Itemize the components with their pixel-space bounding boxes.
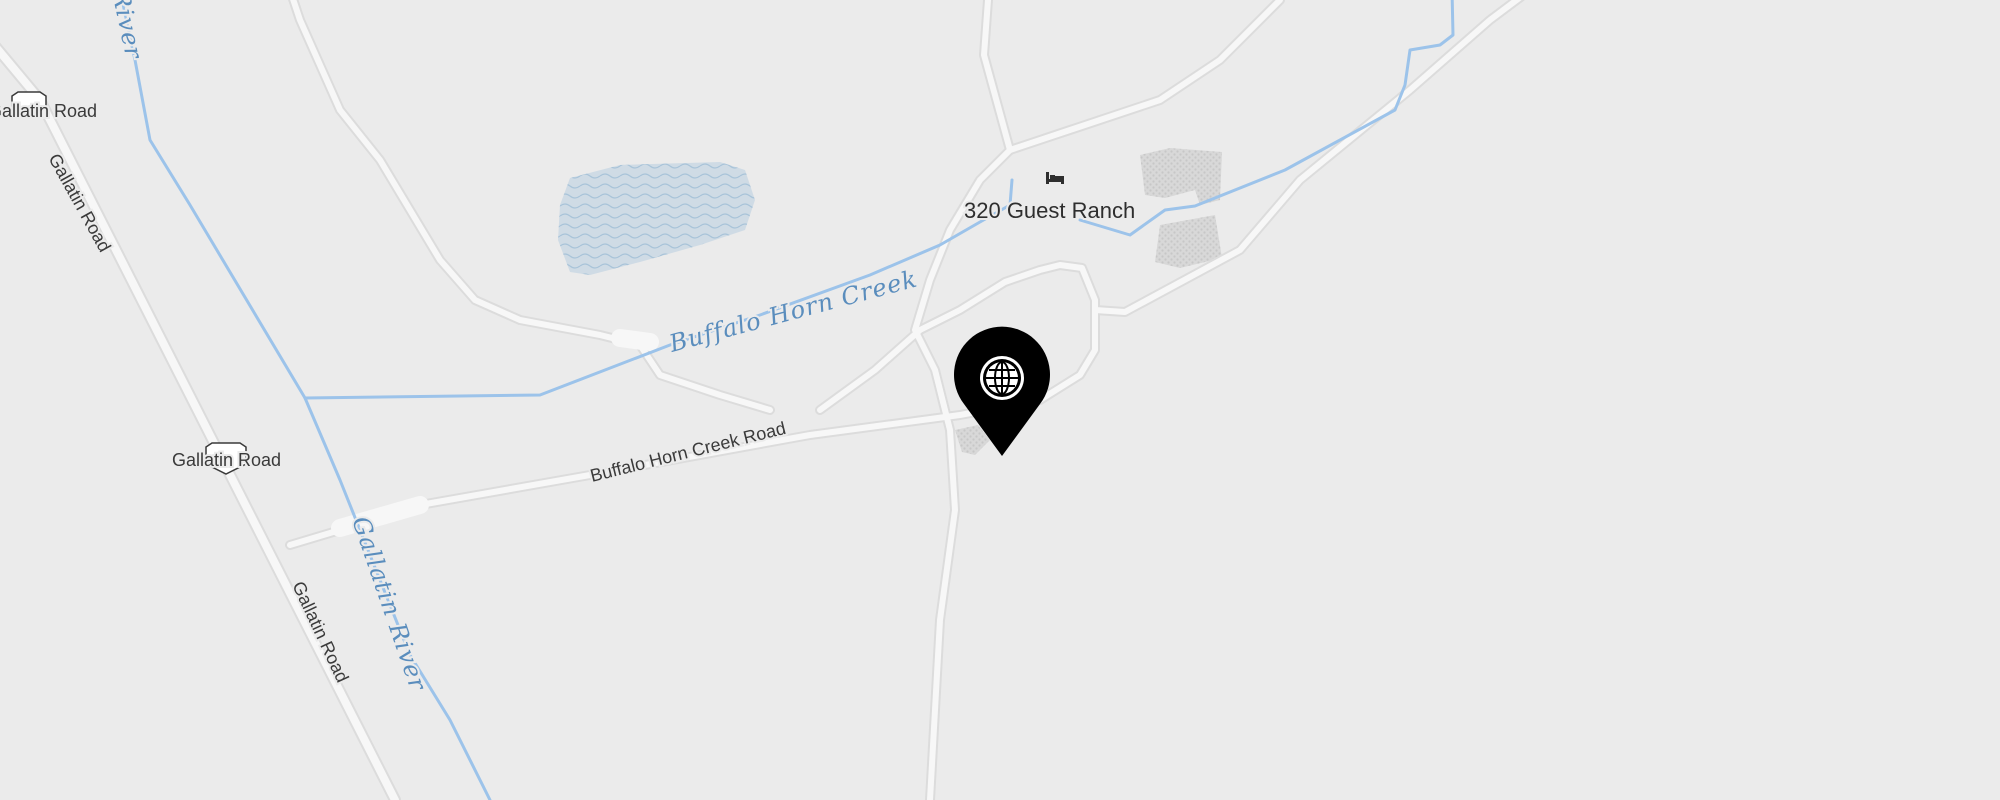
gallatin-road-shield-label-top: Gallatin Road [0,101,97,121]
poi-label: 320 Guest Ranch [964,198,1135,223]
map-canvas[interactable]: Gallatin Road Gallatin Road Buffalo Horn… [0,0,2000,800]
gallatin-road-shield-label: Gallatin Road [172,450,281,470]
globe-icon [980,356,1024,400]
